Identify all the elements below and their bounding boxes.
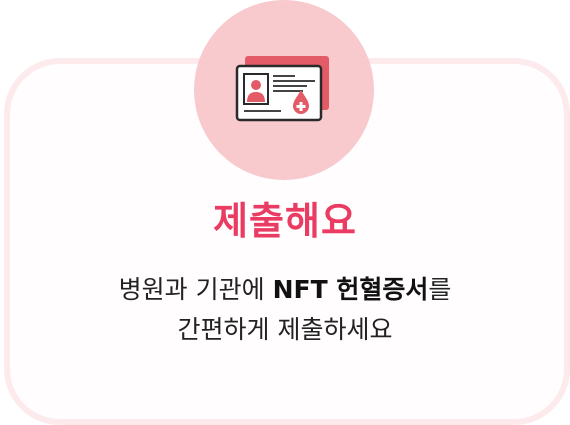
description-line-1-prefix: 병원과 기관에 (118, 275, 273, 304)
submit-feature-panel: 제출해요 병원과 기관에 NFT 헌혈증서를 간편하게 제출하세요 (0, 0, 570, 425)
feature-title: 제출해요 (213, 199, 357, 243)
description-highlight: NFT 헌혈증서 (272, 275, 429, 304)
blood-donation-certificate-icon (235, 56, 329, 122)
description-line-2: 간편하게 제출하세요 (177, 315, 393, 344)
description-line-1-suffix: 를 (428, 275, 452, 304)
description-line-1: 병원과 기관에 NFT 헌혈증서를 (0, 270, 570, 310)
icon-badge (194, 0, 374, 180)
feature-description: 병원과 기관에 NFT 헌혈증서를 간편하게 제출하세요 (0, 270, 570, 350)
